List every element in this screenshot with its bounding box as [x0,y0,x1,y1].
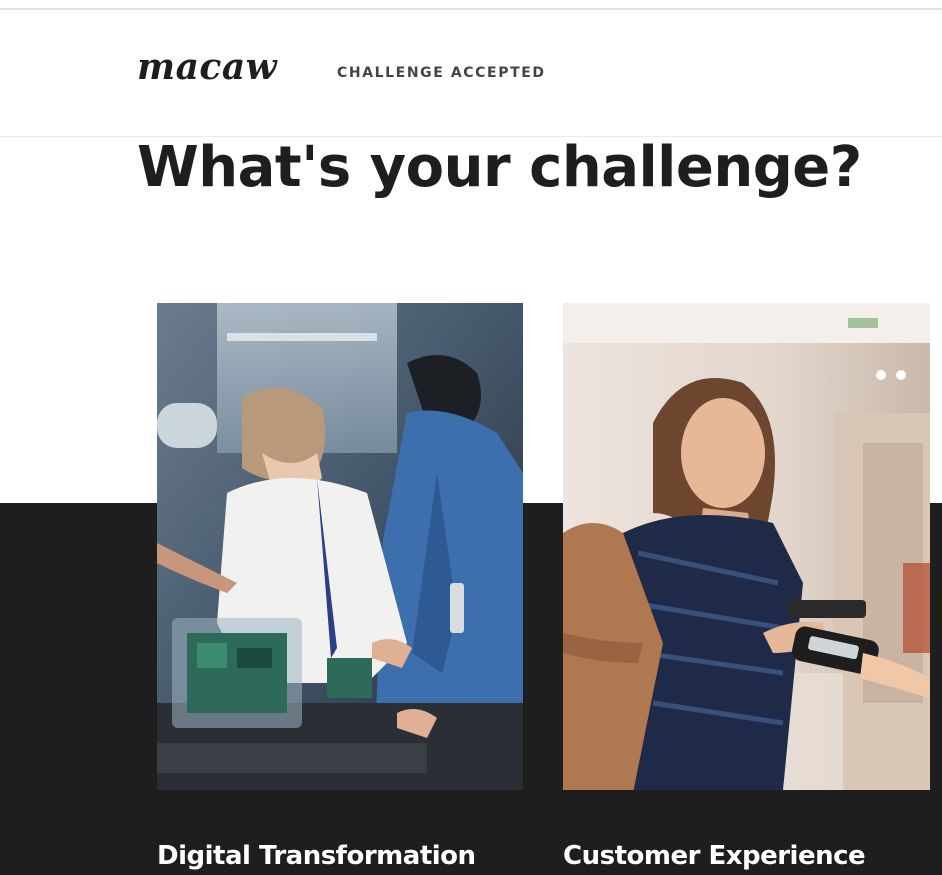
page-headline: What's your challenge? [137,135,862,200]
macaw-logo[interactable]: macaw [137,46,277,88]
challenge-card-customer-experience[interactable]: Customer Experience [563,303,930,871]
challenge-card-digital-transformation[interactable]: Digital Transformation [157,303,523,871]
engineers-with-hardware-photo [157,303,523,790]
site-header: macaw CHALLENGE ACCEPTED [0,10,942,137]
card-title[interactable]: Customer Experience [563,841,866,871]
header-tagline: CHALLENGE ACCEPTED [337,65,546,81]
shopper-paying-with-phone-photo [563,303,930,790]
card-title[interactable]: Digital Transformation [157,841,476,871]
